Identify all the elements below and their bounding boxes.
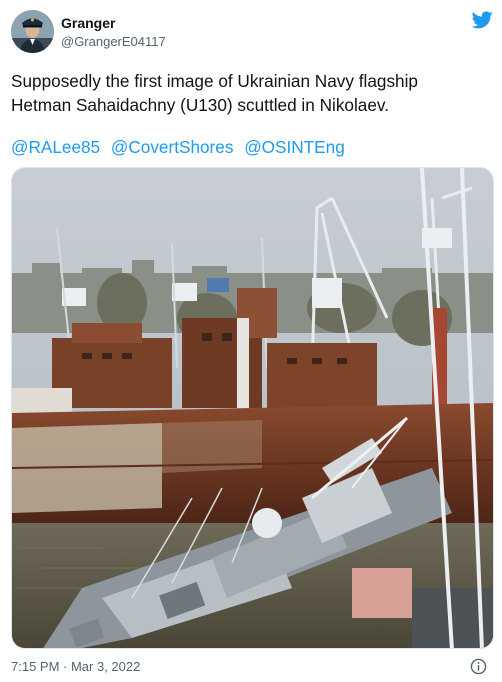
mentions: @RALee85 @CovertShores @OSINTEng xyxy=(11,135,351,159)
display-name[interactable]: Granger xyxy=(61,15,115,31)
twitter-bird-icon[interactable] xyxy=(472,11,493,29)
avatar[interactable] xyxy=(11,10,54,53)
ship-photo-image xyxy=(12,168,493,648)
info-icon[interactable] xyxy=(470,658,487,675)
mention-link[interactable]: @CovertShores xyxy=(111,137,234,157)
mention-link[interactable]: @OSINTEng xyxy=(244,137,345,157)
tweet-text-line: Supposedly the first image of Ukrainian … xyxy=(11,71,418,91)
avatar-image xyxy=(11,10,54,53)
tweet-card: Granger @GrangerE04117 Supposedly the fi… xyxy=(0,0,502,682)
tweet-text-line: Hetman Sahaidachny (U130) scuttled in Ni… xyxy=(11,95,389,115)
timestamp[interactable]: 7:15 PM · Mar 3, 2022 xyxy=(11,659,140,674)
tweet-photo[interactable] xyxy=(11,167,494,649)
mention-link[interactable]: @RALee85 xyxy=(11,137,100,157)
user-handle[interactable]: @GrangerE04117 xyxy=(61,34,166,49)
tweet-text: Supposedly the first image of Ukrainian … xyxy=(11,69,491,117)
